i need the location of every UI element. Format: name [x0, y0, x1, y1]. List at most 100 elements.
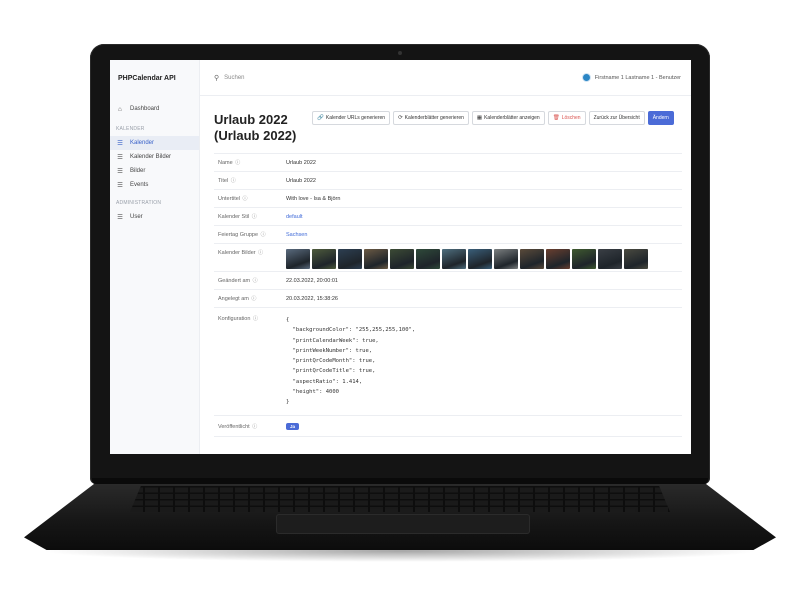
detail-label: Kalender Stil ⓘ	[214, 213, 286, 220]
detail-row-changed: Geändert am ⓘ 22.03.2022, 20:00:01	[214, 271, 682, 289]
detail-row-style: Kalender Stil ⓘ default	[214, 207, 682, 225]
sidebar-item-dashboard[interactable]: ⌂ Dashboard	[110, 100, 199, 118]
button-label: Ändern	[652, 115, 669, 121]
detail-row-config: Konfiguration ⓘ { "backgroundColor": "25…	[214, 307, 682, 415]
user-label: Firstname 1 Lastname 1 - Benutzer	[594, 74, 681, 81]
image-thumbnail[interactable]	[546, 249, 570, 269]
link-icon: 🔗	[317, 115, 324, 121]
detail-label: Konfiguration ⓘ	[214, 315, 286, 322]
search-icon: ⚲	[214, 74, 220, 82]
sidebar-item-kalender[interactable]: ☰ Kalender	[110, 136, 199, 150]
sidebar-item-label: Kalender	[130, 140, 155, 146]
label-text: Angelegt am	[218, 296, 249, 302]
image-thumbnail[interactable]	[442, 249, 466, 269]
help-icon[interactable]: ⓘ	[251, 296, 256, 302]
sidebar-section-calendar: KALENDER	[116, 126, 145, 132]
image-thumbnail[interactable]	[364, 249, 388, 269]
sidebar-item-bilder[interactable]: ☰ Bilder	[110, 164, 199, 178]
help-icon[interactable]: ⓘ	[235, 160, 240, 166]
image-thumbnail[interactable]	[572, 249, 596, 269]
detail-label: Name ⓘ	[214, 159, 286, 166]
style-link[interactable]: default	[286, 214, 682, 220]
search-placeholder: Suchen	[224, 74, 245, 81]
sidebar-item-user[interactable]: ☰ User	[110, 210, 199, 224]
show-sheets-button[interactable]: ▦ Kalenderblätter anzeigen	[471, 111, 545, 125]
list-icon: ☰	[117, 182, 123, 189]
list-icon: ☰	[117, 214, 123, 221]
label-text: Kalender Stil	[218, 214, 250, 220]
detail-label: Veröffentlicht ⓘ	[214, 423, 286, 430]
button-label: Kalenderblätter generieren	[404, 115, 464, 121]
help-icon[interactable]: ⓘ	[231, 178, 236, 184]
sidebar-item-kalender-bilder[interactable]: ☰ Kalender Bilder	[110, 150, 199, 164]
detail-value: Urlaub 2022	[286, 177, 316, 184]
button-label: Kalenderblätter anzeigen	[484, 115, 540, 121]
topbar: ⚲ Suchen Firstname 1 Lastname 1 - Benutz…	[200, 60, 691, 96]
detail-row-title: Titel ⓘ Urlaub 2022	[214, 171, 682, 189]
app-brand[interactable]: PHPCalendar API	[110, 60, 199, 96]
page-title: Urlaub 2022 (Urlaub 2022)	[214, 112, 324, 144]
detail-value: Urlaub 2022	[286, 159, 316, 166]
sidebar-item-label: Kalender Bilder	[130, 154, 172, 160]
image-thumbnail[interactable]	[312, 249, 336, 269]
list-icon: ☰	[117, 154, 123, 161]
detail-label: Untertitel ⓘ	[214, 195, 286, 202]
label-text: Veröffentlicht	[218, 423, 250, 430]
page-title-line1: Urlaub 2022	[214, 112, 288, 127]
detail-label: Angelegt am ⓘ	[214, 295, 286, 302]
detail-row-subtitle: Untertitel ⓘ With love - Isa & Björn	[214, 189, 682, 207]
sidebar-section-admin: ADMINISTRATION	[116, 200, 162, 206]
help-icon[interactable]: ⓘ	[258, 250, 263, 256]
detail-row-images: Kalender Bilder ⓘ	[214, 243, 682, 271]
webcam	[398, 51, 402, 55]
user-menu[interactable]: Firstname 1 Lastname 1 - Benutzer	[581, 73, 681, 82]
help-icon[interactable]: ⓘ	[253, 316, 258, 322]
edit-button[interactable]: Ändern	[647, 111, 674, 125]
sidebar-item-events[interactable]: ☰ Events	[110, 178, 199, 192]
image-thumbnail[interactable]	[624, 249, 648, 269]
detail-label: Kalender Bilder ⓘ	[214, 249, 286, 256]
image-thumbnail[interactable]	[286, 249, 310, 269]
generate-sheets-button[interactable]: ⟳ Kalenderblätter generieren	[393, 111, 469, 125]
laptop-keyboard	[130, 486, 670, 512]
image-thumbnail[interactable]	[520, 249, 544, 269]
help-icon[interactable]: ⓘ	[252, 214, 257, 220]
sidebar-item-label: User	[130, 214, 143, 220]
image-thumbnail[interactable]	[338, 249, 362, 269]
detail-label: Geändert am ⓘ	[214, 277, 286, 284]
detail-table: Name ⓘ Urlaub 2022 Titel ⓘ Urlaub 2022 U…	[214, 153, 682, 437]
detail-value: With love - Isa & Björn	[286, 195, 341, 202]
image-thumbnail[interactable]	[598, 249, 622, 269]
help-icon[interactable]: ⓘ	[243, 196, 248, 202]
sidebar-item-label: Dashboard	[130, 106, 160, 112]
sidebar: PHPCalendar API ⌂ Dashboard KALENDER ☰ K…	[110, 60, 200, 454]
page-title-line2: (Urlaub 2022)	[214, 128, 297, 143]
label-text: Konfiguration	[218, 316, 251, 322]
back-button[interactable]: Zurück zur Übersicht	[588, 111, 645, 125]
generate-urls-button[interactable]: 🔗 Kalender URLs generieren	[312, 111, 391, 125]
image-thumbnail[interactable]	[468, 249, 492, 269]
avatar	[581, 73, 591, 82]
detail-label: Titel ⓘ	[214, 177, 286, 184]
config-json: { "backgroundColor": "255,255,255,100", …	[286, 317, 416, 406]
app-screen: PHPCalendar API ⌂ Dashboard KALENDER ☰ K…	[110, 60, 691, 454]
refresh-icon: ⟳	[398, 115, 403, 121]
label-text: Geändert am	[218, 278, 251, 284]
image-thumbnail[interactable]	[390, 249, 414, 269]
detail-row-created: Angelegt am ⓘ 20.03.2022, 15:38:26	[214, 289, 682, 307]
holiday-link[interactable]: Sachsen	[286, 232, 682, 238]
search-field[interactable]: ⚲ Suchen	[214, 74, 245, 82]
help-icon[interactable]: ⓘ	[261, 232, 266, 238]
help-icon[interactable]: ⓘ	[253, 278, 258, 284]
sidebar-item-label: Events	[130, 182, 149, 188]
button-label: Zurück zur Übersicht	[593, 115, 640, 121]
image-thumbnail[interactable]	[416, 249, 440, 269]
image-thumbnail[interactable]	[494, 249, 518, 269]
help-icon[interactable]: ⓘ	[252, 424, 257, 430]
detail-row-holiday: Feiertag Gruppe ⓘ Sachsen	[214, 225, 682, 243]
label-text: Titel	[218, 178, 229, 184]
laptop-trackpad	[276, 514, 530, 534]
label-text: Feiertag Gruppe	[218, 232, 259, 238]
detail-row-published: Veröffentlicht ⓘ Ja	[214, 415, 682, 437]
delete-button[interactable]: 🗑 Löschen	[547, 111, 586, 125]
